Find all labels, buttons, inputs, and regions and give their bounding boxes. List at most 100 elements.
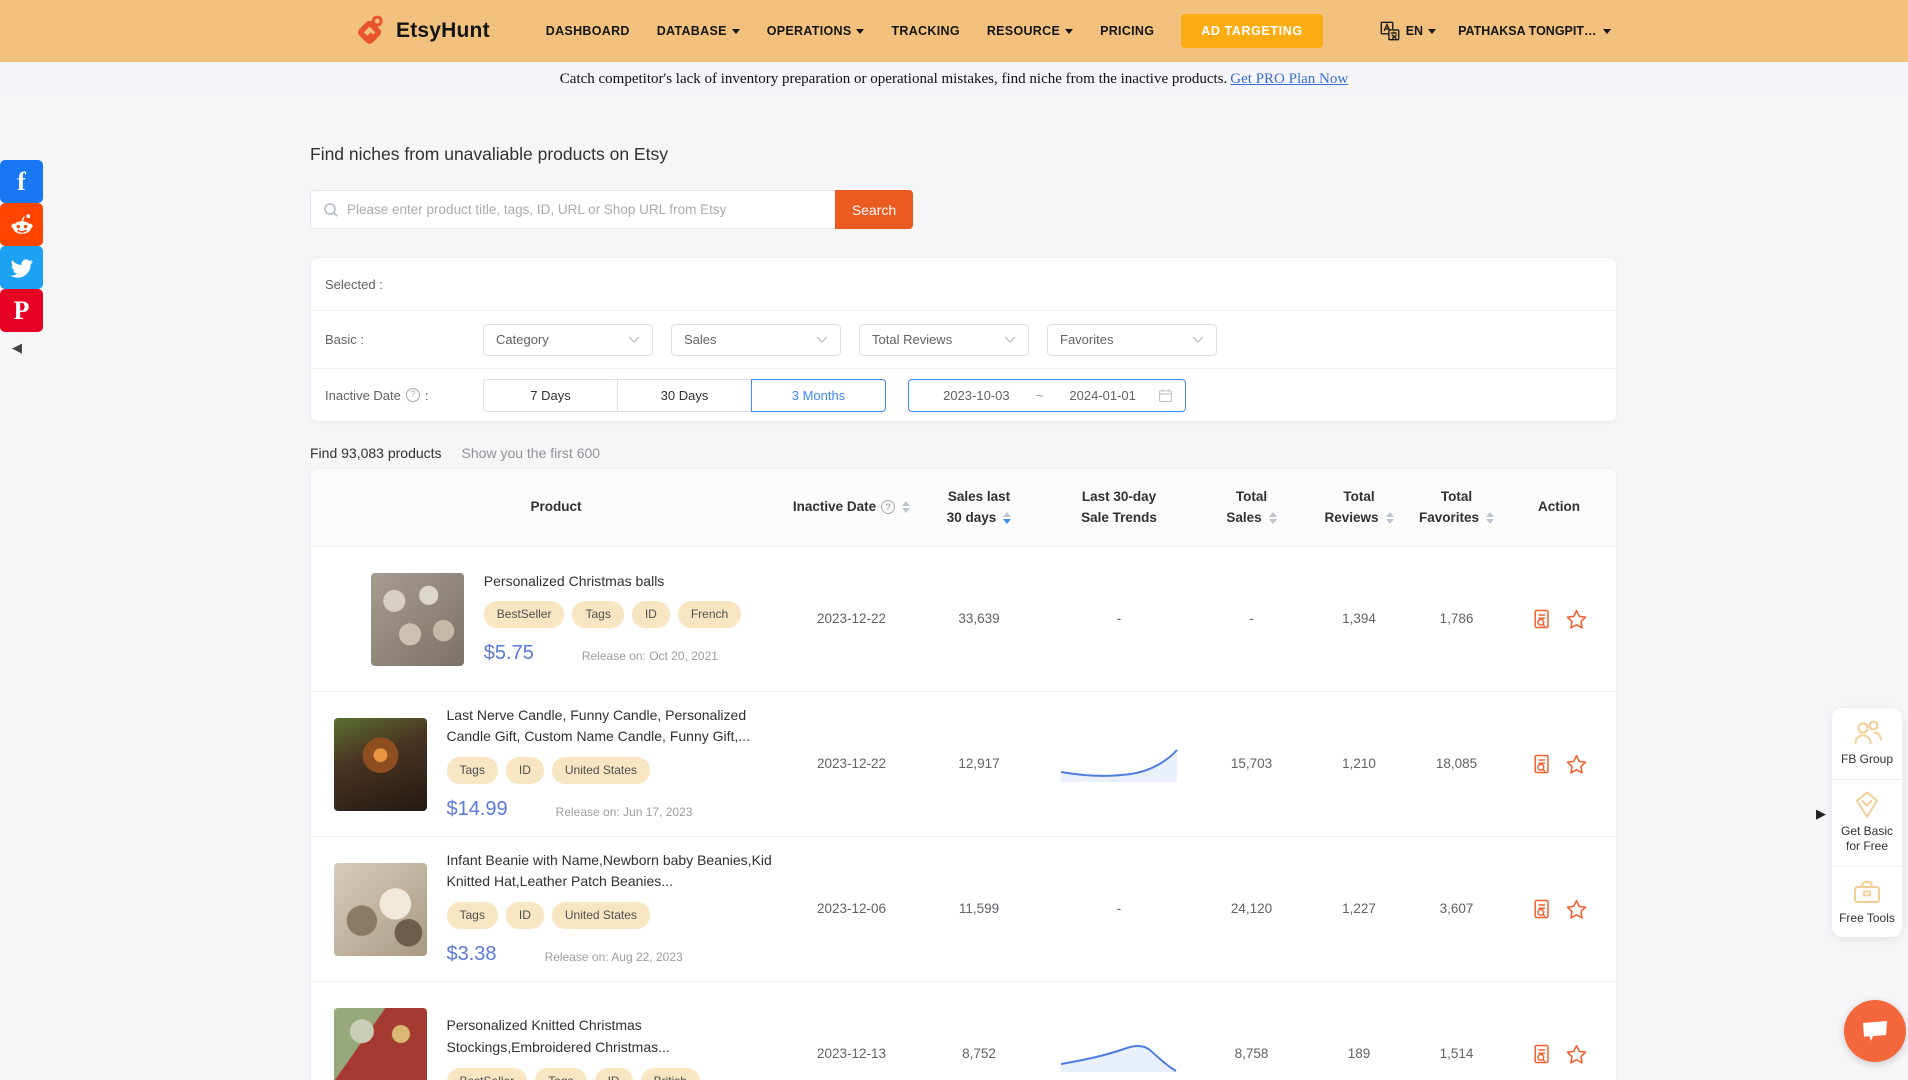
col-total-reviews[interactable]: Total Reviews xyxy=(1309,487,1409,529)
badge: United States xyxy=(552,757,650,784)
expand-arrow-icon[interactable]: ▶ xyxy=(1816,806,1826,822)
pinterest-share-button[interactable]: P xyxy=(0,289,43,332)
pinterest-icon: P xyxy=(14,298,30,324)
product-title[interactable]: Personalized Knitted Christmas Stockings… xyxy=(447,1015,779,1058)
user-menu[interactable]: PATHAKSA TONGPIT… xyxy=(1458,24,1610,38)
get-basic-free-link[interactable]: Get Basic for Free xyxy=(1832,779,1902,866)
ad-targeting-button[interactable]: AD TARGETING xyxy=(1181,14,1322,48)
table-row: Last Nerve Candle, Funny Candle, Persona… xyxy=(311,692,1616,837)
sort-icon[interactable] xyxy=(1386,512,1394,524)
badge: BestSeller xyxy=(447,1068,528,1080)
col-total-sales[interactable]: Total Sales xyxy=(1194,487,1309,529)
range-30-days-button[interactable]: 30 Days xyxy=(617,379,752,412)
quick-links-panel: FB Group Get Basic for Free Free Tools xyxy=(1832,708,1902,937)
sort-icon[interactable] xyxy=(1269,512,1277,524)
product-report-button[interactable] xyxy=(1531,1043,1553,1065)
total-reviews-value: 1,227 xyxy=(1309,898,1409,920)
search-button[interactable]: Search xyxy=(835,190,913,229)
nav-resource[interactable]: RESOURCE xyxy=(987,24,1073,38)
favorite-button[interactable] xyxy=(1565,753,1588,776)
language-selector[interactable]: EN xyxy=(1379,20,1436,42)
table-row: Personalized Knitted Christmas Stockings… xyxy=(311,982,1616,1080)
search-input-field[interactable] xyxy=(347,202,823,217)
favorite-button[interactable] xyxy=(1565,608,1588,631)
col-sales-30d[interactable]: Sales last 30 days xyxy=(914,487,1044,529)
category-filter-select[interactable]: Category xyxy=(483,324,653,356)
reddit-share-button[interactable] xyxy=(0,203,43,246)
total-favorites-value: 3,607 xyxy=(1409,898,1504,920)
sales-30d-value: 12,917 xyxy=(914,753,1044,775)
inactive-date-row: Inactive Date ? : 7 Days 30 Days 3 Month… xyxy=(311,368,1616,421)
filter-panel: Selected : Basic : Category Sales Total … xyxy=(310,257,1617,422)
badge: ID xyxy=(595,1068,633,1080)
range-7-days-button[interactable]: 7 Days xyxy=(483,379,618,412)
results-shown: Show you the first 600 xyxy=(462,445,601,461)
nav-operations[interactable]: OPERATIONS xyxy=(767,24,865,38)
get-pro-plan-link[interactable]: Get PRO Plan Now xyxy=(1230,71,1348,88)
sales-30d-value: 33,639 xyxy=(914,608,1044,630)
product-title[interactable]: Infant Beanie with Name,Newborn baby Bea… xyxy=(447,850,779,893)
chat-bubble-icon xyxy=(1859,1016,1891,1046)
date-to-value[interactable]: 2024-01-01 xyxy=(1047,388,1158,403)
favorite-button[interactable] xyxy=(1565,898,1588,921)
twitter-share-button[interactable] xyxy=(0,246,43,289)
etsyhunt-logo[interactable]: EtsyHunt xyxy=(352,13,490,49)
total-sales-value: 24,120 xyxy=(1194,898,1309,920)
chevron-down-icon xyxy=(1065,29,1073,34)
star-icon xyxy=(1565,753,1588,776)
table-row: Personalized Christmas balls BestSeller … xyxy=(311,547,1616,692)
product-report-button[interactable] xyxy=(1531,753,1553,775)
collapse-arrow-icon[interactable]: ◀ xyxy=(12,340,43,356)
favorite-button[interactable] xyxy=(1565,1043,1588,1066)
product-image[interactable] xyxy=(371,573,464,666)
fb-group-link[interactable]: FB Group xyxy=(1832,708,1902,779)
table-row: Infant Beanie with Name,Newborn baby Bea… xyxy=(311,837,1616,982)
product-title[interactable]: Last Nerve Candle, Funny Candle, Persona… xyxy=(447,705,779,748)
favorites-filter-select[interactable]: Favorites xyxy=(1047,324,1217,356)
info-icon: ? xyxy=(881,500,895,514)
search-row: Search xyxy=(310,190,1617,229)
product-badges: BestSeller Tags ID French xyxy=(484,601,741,628)
inactive-date-value: 2023-12-06 xyxy=(789,898,914,920)
facebook-share-button[interactable]: f xyxy=(0,160,43,203)
badge: ID xyxy=(506,757,544,784)
col-total-favorites[interactable]: Total Favorites xyxy=(1409,487,1504,529)
chat-button[interactable] xyxy=(1844,1000,1906,1062)
brand-name: EtsyHunt xyxy=(396,19,490,43)
product-image[interactable] xyxy=(334,1008,427,1080)
product-report-button[interactable] xyxy=(1531,898,1553,920)
product-badges: Tags ID United States xyxy=(447,757,779,784)
date-range-picker[interactable]: 2023-10-03 ~ 2024-01-01 xyxy=(908,379,1186,412)
user-name: PATHAKSA TONGPIT… xyxy=(1458,24,1596,38)
sales-trend-sparkline xyxy=(1059,746,1179,783)
sales-30d-value: 8,752 xyxy=(914,1043,1044,1065)
nav-dashboard[interactable]: DASHBOARD xyxy=(546,24,630,38)
reddit-icon xyxy=(8,211,36,239)
inactive-date-label: Inactive Date ? : xyxy=(325,388,483,403)
inactive-date-value: 2023-12-22 xyxy=(789,753,914,775)
total-reviews-filter-select[interactable]: Total Reviews xyxy=(859,324,1029,356)
social-share-bar: f P ◀ xyxy=(0,160,43,356)
quick-link-label: Get Basic for Free xyxy=(1836,824,1898,855)
col-sale-trends: Last 30-day Sale Trends xyxy=(1044,487,1194,529)
sort-icon[interactable] xyxy=(902,501,910,513)
nav-tracking[interactable]: TRACKING xyxy=(891,24,959,38)
col-inactive-date[interactable]: Inactive Date ? xyxy=(789,497,914,518)
twitter-icon xyxy=(9,255,35,281)
nav-database[interactable]: DATABASE xyxy=(657,24,740,38)
nav-pricing[interactable]: PRICING xyxy=(1100,24,1154,38)
product-image[interactable] xyxy=(334,863,427,956)
sort-icon-active[interactable] xyxy=(1003,512,1011,524)
date-from-value[interactable]: 2023-10-03 xyxy=(921,388,1032,403)
product-title[interactable]: Personalized Christmas balls xyxy=(484,571,741,593)
product-report-button[interactable] xyxy=(1531,608,1553,630)
total-reviews-value: 189 xyxy=(1309,1043,1409,1065)
free-tools-link[interactable]: Free Tools xyxy=(1832,866,1902,938)
badge: ID xyxy=(632,601,670,628)
range-3-months-button[interactable]: 3 Months xyxy=(751,379,886,412)
total-sales-value: 15,703 xyxy=(1194,753,1309,775)
sort-icon[interactable] xyxy=(1486,512,1494,524)
sales-filter-select[interactable]: Sales xyxy=(671,324,841,356)
product-image[interactable] xyxy=(334,718,427,811)
search-input[interactable] xyxy=(310,190,835,229)
